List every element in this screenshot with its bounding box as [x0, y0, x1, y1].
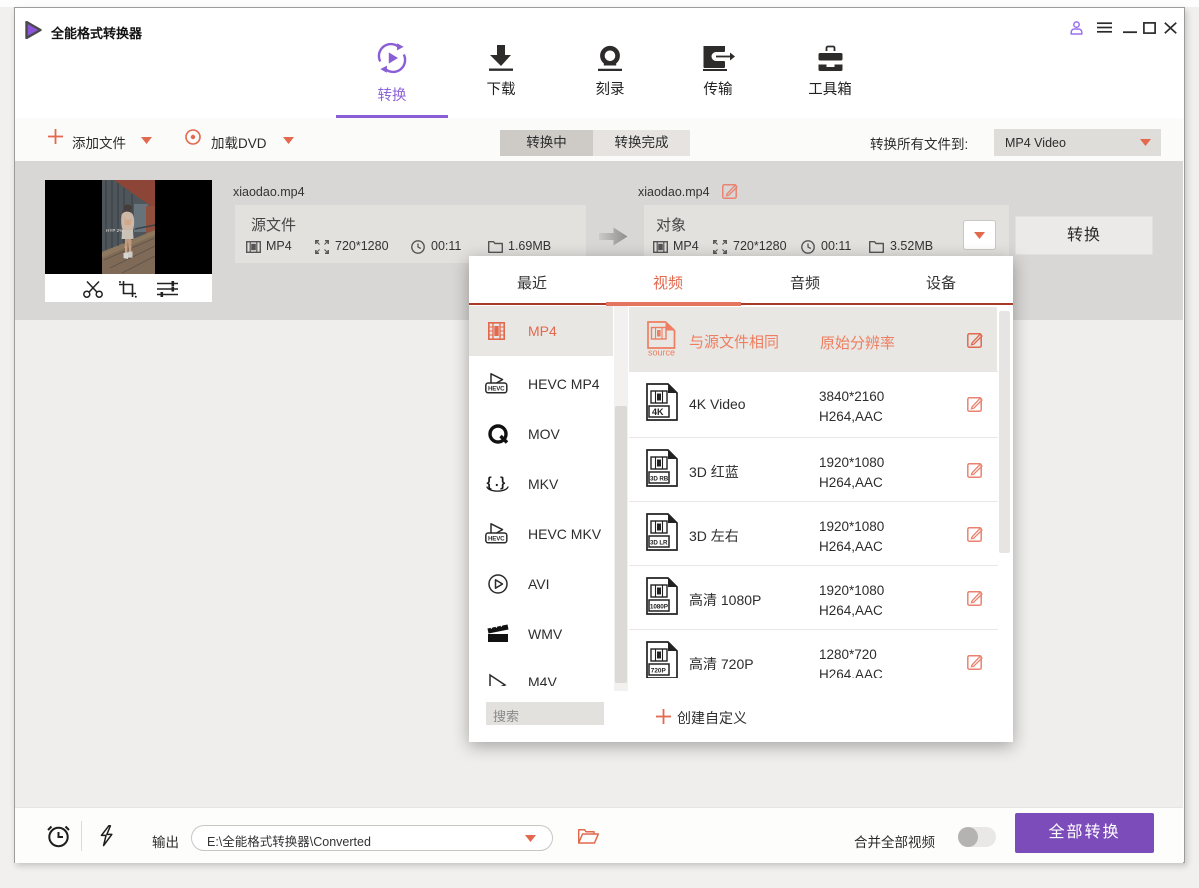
svg-text:3D RB: 3D RB: [650, 475, 669, 482]
svg-text:HYP 2%: HYP 2%: [106, 228, 123, 233]
svg-text:720P: 720P: [651, 667, 667, 674]
svg-text:4K: 4K: [652, 407, 664, 417]
svg-text:HEVC: HEVC: [488, 536, 505, 543]
svg-text:source: source: [648, 348, 675, 358]
svg-text:3D LR: 3D LR: [650, 539, 668, 546]
svg-text:HEVC: HEVC: [488, 386, 505, 393]
svg-text:1080P: 1080P: [650, 603, 669, 610]
svg-text:}: }: [500, 475, 506, 490]
